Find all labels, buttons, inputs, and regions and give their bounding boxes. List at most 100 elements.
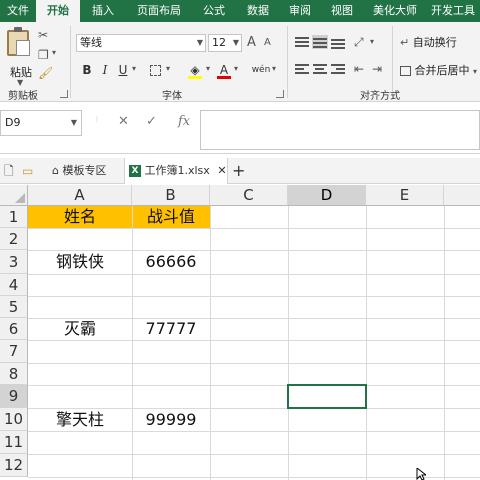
add-tab-icon[interactable]: + <box>232 158 245 184</box>
grow-font-icon[interactable]: A <box>247 35 256 50</box>
wrap-text-button[interactable]: ↵ 自动换行 <box>400 34 457 52</box>
cell-a1[interactable]: 姓名 <box>28 206 132 228</box>
clipboard-launcher-icon[interactable] <box>60 90 68 98</box>
column-header-e[interactable]: E <box>366 185 444 206</box>
chevron-down-icon[interactable]: ▾ <box>166 64 170 73</box>
select-all-corner[interactable] <box>0 185 28 206</box>
row-header[interactable]: 2 <box>0 228 28 250</box>
group-separator <box>70 26 71 98</box>
cell-b6[interactable]: 77777 <box>132 318 210 340</box>
shrink-font-icon[interactable]: A <box>264 37 271 48</box>
chevron-down-icon[interactable]: ▾ <box>132 64 136 73</box>
borders-button[interactable] <box>146 60 164 80</box>
chevron-down-icon[interactable]: ▾ <box>206 64 210 73</box>
tab-developer[interactable]: 开发工具 <box>426 0 480 22</box>
spreadsheet-grid[interactable]: A B C D E 1 2 3 4 5 6 7 8 9 10 11 12 姓名 … <box>0 185 480 480</box>
font-size-value: 12 <box>212 36 226 49</box>
cell-a10[interactable]: 擎天柱 <box>28 408 132 431</box>
row-header[interactable]: 8 <box>0 363 28 385</box>
tab-insert[interactable]: 插入 <box>80 0 126 22</box>
tab-workbook-file[interactable]: X 工作簿1.xlsx ✕ <box>124 158 228 184</box>
bold-button[interactable]: B <box>80 60 94 80</box>
increase-indent-icon[interactable]: ⇥ <box>372 62 382 76</box>
cancel-icon[interactable]: ✕ <box>118 114 129 129</box>
column-header-c[interactable]: C <box>210 185 288 206</box>
chevron-down-icon[interactable]: ▾ <box>272 64 276 73</box>
chevron-down-icon[interactable]: ▾ <box>370 37 374 46</box>
align-left-icon[interactable] <box>294 62 310 76</box>
tab-data[interactable]: 数据 <box>236 0 280 22</box>
tab-beautify-master[interactable]: 美化大师 <box>364 0 426 22</box>
paste-button[interactable]: 粘贴 ▼ <box>4 27 32 87</box>
enter-icon[interactable]: ✓ <box>146 114 157 129</box>
decrease-indent-icon[interactable]: ⇤ <box>354 62 364 76</box>
align-right-icon[interactable] <box>330 62 346 76</box>
insert-function-icon[interactable]: fx <box>178 114 190 129</box>
chevron-down-icon: ▼ <box>17 78 24 87</box>
tab-formulas[interactable]: 公式 <box>192 0 236 22</box>
row-header[interactable]: 4 <box>0 274 28 296</box>
wrap-text-label: 自动换行 <box>412 36 457 49</box>
fill-color-button[interactable]: ◈ <box>186 60 204 80</box>
formula-input[interactable] <box>200 110 480 150</box>
excel-file-icon: X <box>129 165 141 177</box>
row-header[interactable]: 12 <box>0 454 28 477</box>
merge-center-button[interactable]: 合并后居中 ▾ <box>400 62 477 80</box>
tab-home[interactable]: 开始 <box>36 0 80 22</box>
column-header-f[interactable] <box>444 185 480 206</box>
folder-icon[interactable]: ▭ <box>22 158 33 184</box>
italic-button[interactable]: I <box>98 60 112 80</box>
tab-page-layout[interactable]: 页面布局 <box>126 0 192 22</box>
copy-icon[interactable]: ❐ <box>38 48 49 62</box>
format-painter-icon[interactable]: 🖌 <box>38 66 53 80</box>
row-header[interactable]: 5 <box>0 296 28 318</box>
column-header-b[interactable]: B <box>132 185 210 206</box>
new-document-icon[interactable]: 🗋 <box>4 158 14 184</box>
row-header[interactable]: 7 <box>0 340 28 363</box>
close-icon[interactable]: ✕ <box>217 164 226 177</box>
row-header[interactable]: 3 <box>0 250 28 274</box>
row-header[interactable]: 11 <box>0 431 28 454</box>
align-middle-icon[interactable] <box>312 35 328 49</box>
merge-center-icon <box>400 66 411 76</box>
row-header[interactable]: 9 <box>0 385 28 408</box>
cell-b10[interactable]: 99999 <box>132 408 210 431</box>
tab-workbook-file-label: 工作簿1.xlsx <box>144 164 210 177</box>
cell-a3[interactable]: 钢铁侠 <box>28 250 132 274</box>
grid-line <box>288 206 289 480</box>
cell-a6[interactable]: 灭霸 <box>28 318 132 340</box>
phonetic-button[interactable]: wén <box>250 60 272 80</box>
tab-view[interactable]: 视图 <box>320 0 364 22</box>
chevron-down-icon[interactable]: ▾ <box>52 48 56 57</box>
row-header[interactable]: 6 <box>0 318 28 340</box>
align-top-icon[interactable] <box>294 35 310 49</box>
row-header[interactable]: 1 <box>0 206 28 228</box>
font-name-select[interactable]: 等线 ▼ <box>76 34 206 52</box>
tab-review[interactable]: 审阅 <box>280 0 320 22</box>
align-bottom-icon[interactable] <box>330 35 346 49</box>
home-icon: ⌂ <box>52 164 59 177</box>
orientation-icon[interactable]: ⤢ <box>354 35 364 50</box>
column-header-d[interactable]: D <box>288 185 366 206</box>
border-icon <box>149 65 161 76</box>
cell-b3[interactable]: 66666 <box>132 250 210 274</box>
name-box-value: D9 <box>5 116 21 129</box>
row-header[interactable]: 10 <box>0 408 28 431</box>
selected-cell-d9[interactable] <box>287 384 367 409</box>
align-center-icon[interactable] <box>312 62 328 76</box>
grid-line <box>366 206 367 480</box>
column-header-a[interactable]: A <box>28 185 132 206</box>
tab-template-zone[interactable]: ⌂ 模板专区 <box>48 158 120 184</box>
cut-icon[interactable]: ✂ <box>38 28 48 42</box>
chevron-down-icon[interactable]: ▾ <box>234 64 238 73</box>
name-box[interactable]: D9 ▼ <box>0 110 82 136</box>
font-size-select[interactable]: 12 ▼ <box>208 34 242 52</box>
tab-file[interactable]: 文件 <box>0 0 36 22</box>
cell-b1[interactable]: 战斗值 <box>132 206 210 228</box>
underline-button[interactable]: U <box>116 60 130 80</box>
font-launcher-icon[interactable] <box>276 90 284 98</box>
font-color-button[interactable]: A <box>216 60 232 80</box>
grid-line <box>444 206 445 480</box>
alignment-group-label: 对齐方式 <box>360 91 400 102</box>
grid-line <box>28 274 480 275</box>
